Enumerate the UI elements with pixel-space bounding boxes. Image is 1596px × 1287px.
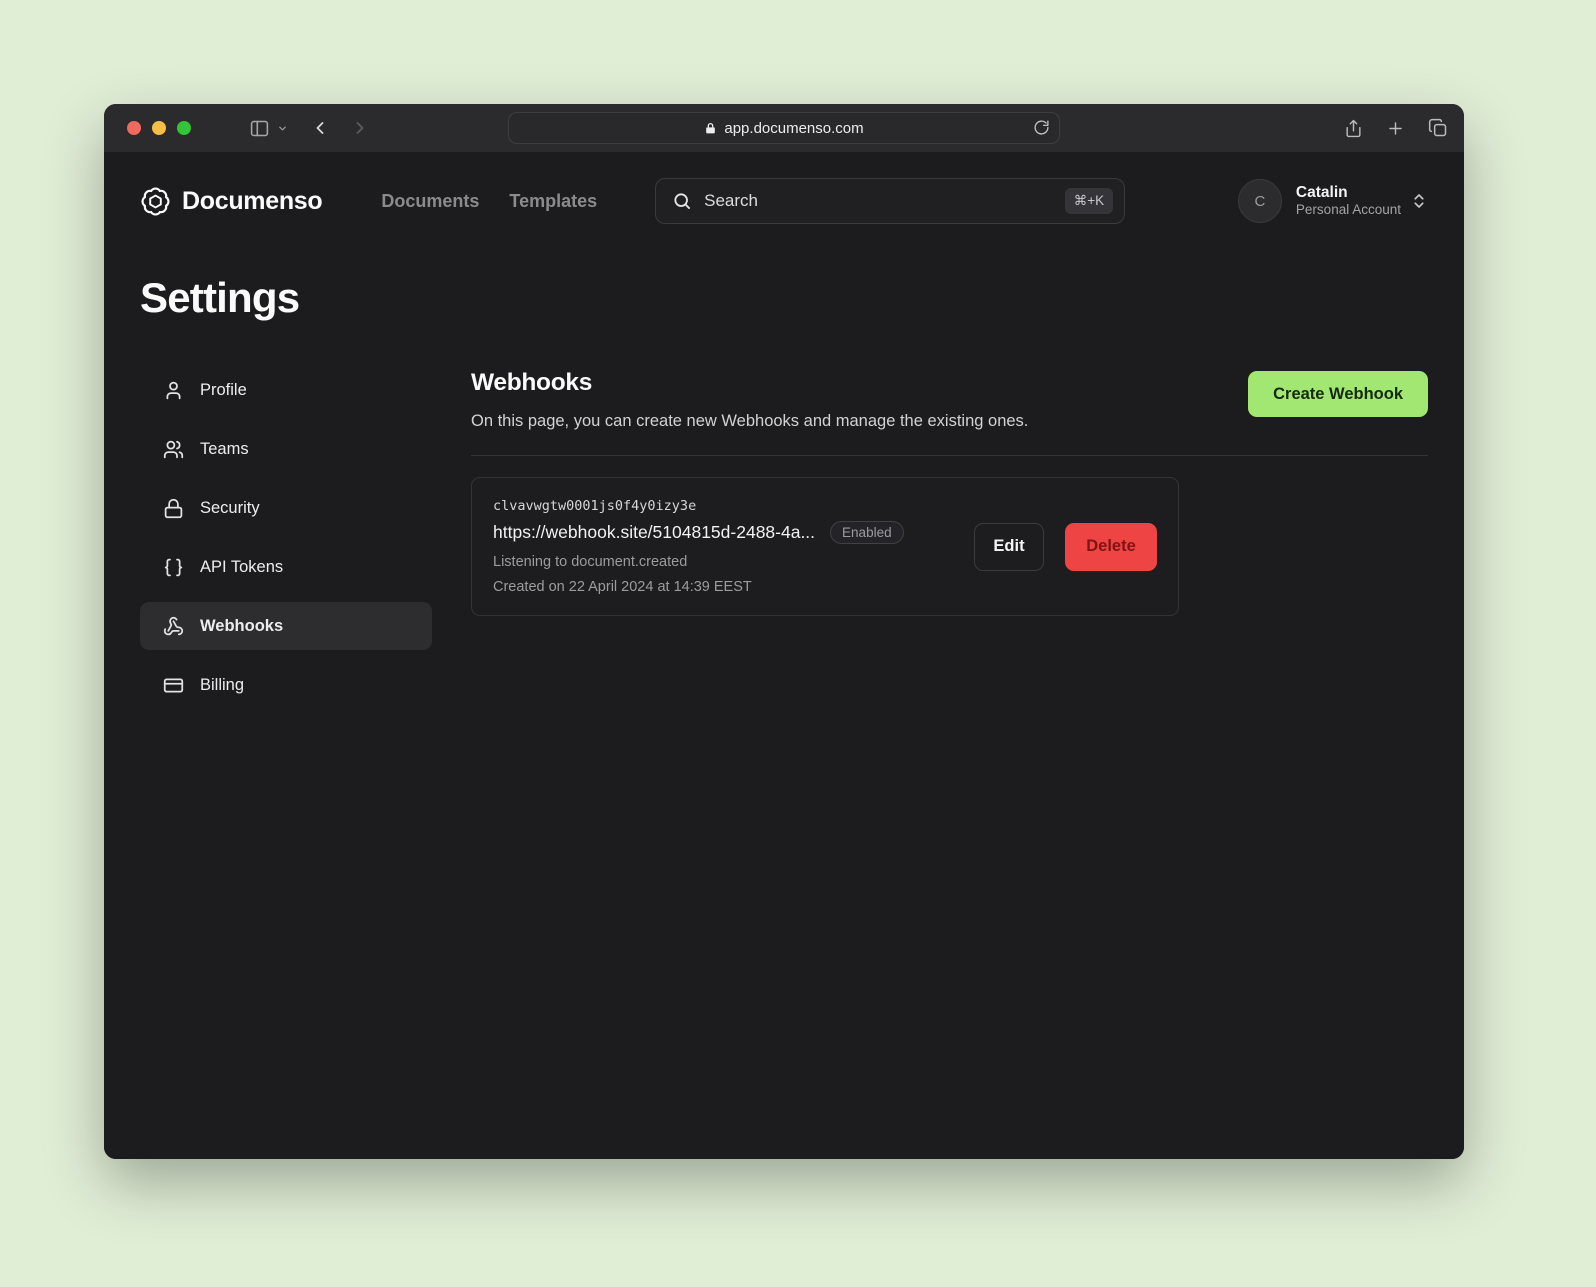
webhook-icon: [163, 616, 184, 637]
forward-button-icon[interactable]: [350, 118, 370, 138]
window-controls: [127, 121, 191, 135]
sidebar-item-label: Security: [200, 499, 260, 518]
nav-documents[interactable]: Documents: [381, 191, 479, 212]
webhook-url: https://webhook.site/5104815d-2488-4a...: [493, 522, 815, 543]
webhook-card: clvavwgtw0001js0f4y0izy3e https://webhoo…: [471, 477, 1179, 616]
webhook-trigger-text: Listening to document.created: [493, 554, 904, 570]
share-icon[interactable]: [1344, 118, 1363, 139]
main-nav: Documents Templates: [381, 191, 597, 212]
users-icon: [163, 439, 184, 460]
sidebar-item-teams[interactable]: Teams: [140, 425, 432, 473]
nav-templates[interactable]: Templates: [509, 191, 597, 212]
documenso-logo[interactable]: Documenso: [140, 186, 322, 217]
sidebar-item-webhooks[interactable]: Webhooks: [140, 602, 432, 650]
browser-titlebar: app.documenso.com: [104, 104, 1464, 152]
address-bar[interactable]: app.documenso.com: [508, 112, 1060, 144]
braces-icon: [163, 557, 184, 578]
zoom-window-button[interactable]: [177, 121, 191, 135]
create-webhook-button[interactable]: Create Webhook: [1248, 371, 1428, 417]
user-icon: [163, 380, 184, 401]
status-badge: Enabled: [830, 521, 904, 544]
minimize-window-button[interactable]: [152, 121, 166, 135]
sidebar-item-profile[interactable]: Profile: [140, 366, 432, 414]
back-button-icon[interactable]: [310, 118, 330, 138]
avatar-initial: C: [1255, 193, 1266, 210]
reload-icon[interactable]: [1033, 119, 1050, 136]
address-text: app.documenso.com: [724, 120, 863, 137]
brand-name: Documenso: [182, 187, 322, 216]
page-title: Settings: [140, 274, 1428, 322]
delete-webhook-button[interactable]: Delete: [1065, 523, 1157, 571]
user-name: Catalin: [1296, 183, 1401, 202]
chevrons-up-down-icon: [1410, 192, 1428, 210]
search-bar[interactable]: ⌘+K: [655, 178, 1125, 224]
lock-icon: [704, 122, 717, 135]
close-window-button[interactable]: [127, 121, 141, 135]
search-shortcut-badge: ⌘+K: [1065, 188, 1113, 214]
account-type: Personal Account: [1296, 202, 1401, 219]
section-divider: [471, 455, 1428, 456]
sidebar-item-security[interactable]: Security: [140, 484, 432, 532]
app-header: Documenso Documents Templates ⌘+K C Cata…: [140, 152, 1428, 224]
sidebar-item-label: Billing: [200, 676, 244, 695]
sidebar-item-api-tokens[interactable]: API Tokens: [140, 543, 432, 591]
lock-icon: [163, 498, 184, 519]
credit-card-icon: [163, 675, 184, 696]
webhooks-panel: Webhooks On this page, you can create ne…: [471, 366, 1428, 709]
new-tab-icon[interactable]: [1386, 119, 1405, 138]
sidebar-item-label: Teams: [200, 440, 249, 459]
edit-webhook-button[interactable]: Edit: [974, 523, 1044, 571]
search-icon: [672, 191, 692, 211]
browser-window: app.documenso.com Doc: [104, 104, 1464, 1159]
sidebar-toggle-icon[interactable]: [249, 118, 270, 139]
documenso-logo-icon: [140, 186, 171, 217]
settings-sidebar: Profile Teams Security: [140, 366, 432, 709]
sidebar-item-label: Profile: [200, 381, 247, 400]
avatar: C: [1238, 179, 1282, 223]
search-input[interactable]: [704, 191, 1053, 211]
webhook-id: clvavwgtw0001js0f4y0izy3e: [493, 498, 904, 514]
account-menu[interactable]: C Catalin Personal Account: [1238, 179, 1428, 223]
sidebar-item-billing[interactable]: Billing: [140, 661, 432, 709]
webhook-created-text: Created on 22 April 2024 at 14:39 EEST: [493, 579, 904, 595]
tab-overview-icon[interactable]: [1428, 118, 1448, 138]
sidebar-item-label: Webhooks: [200, 617, 283, 636]
sidebar-chevron-down-icon[interactable]: [277, 123, 288, 134]
sidebar-item-label: API Tokens: [200, 558, 283, 577]
app-content: Documenso Documents Templates ⌘+K C Cata…: [104, 152, 1464, 1159]
